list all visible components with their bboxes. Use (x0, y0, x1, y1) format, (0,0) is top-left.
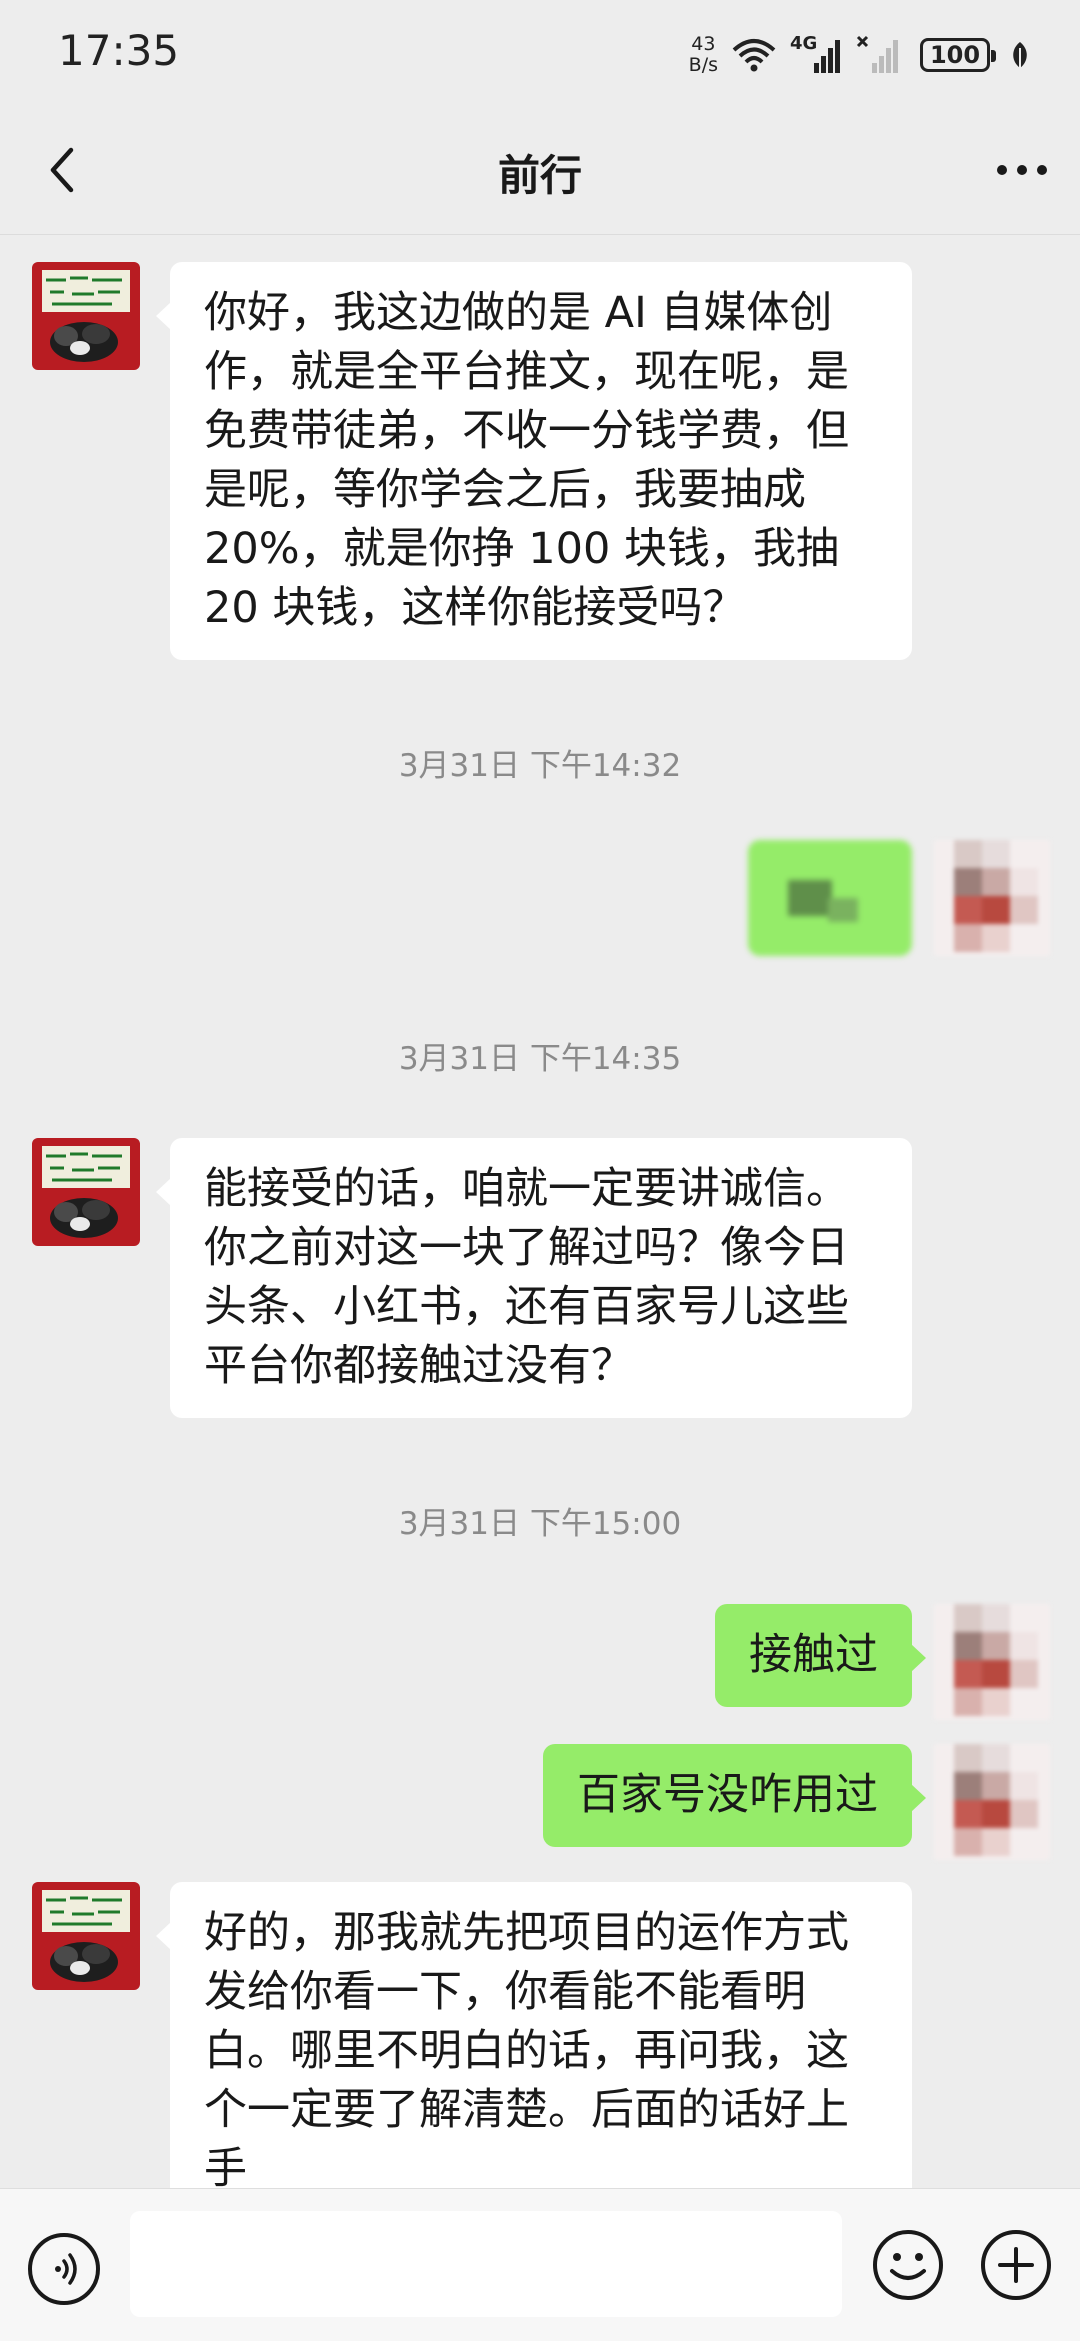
self-avatar[interactable] (934, 1744, 1050, 1860)
battery-icon: 100 (920, 38, 996, 72)
message-input[interactable] (130, 2211, 842, 2317)
message-bubble-incoming[interactable]: 好的，那我就先把项目的运作方式发给你看一下，你看能不能看明白。哪里不明白的话，再… (156, 1882, 912, 2221)
blurred-content (788, 880, 832, 916)
leaf-icon (1013, 42, 1027, 68)
plus-icon (981, 2230, 1051, 2300)
network-speed-value: 43 (691, 33, 716, 55)
signal-no-sim-icon (856, 35, 898, 73)
message-bubble-incoming[interactable]: 你好，我这边做的是 AI 自媒体创作，就是全平台推文，现在呢，是免费带徒弟，不收… (156, 262, 912, 660)
message-bubble-outgoing[interactable]: 接触过 (715, 1604, 926, 1707)
chat-title: 前行 (497, 151, 582, 200)
plus-button[interactable] (978, 2227, 1054, 2303)
message-timestamp: 3月31日 下午14:32 (398, 748, 682, 784)
self-avatar[interactable] (934, 840, 1050, 956)
message-bubble-incoming[interactable]: 能接受的话，咱就一定要讲诚信。你之前对这一块了解过吗？像今日头条、小红书，还有百… (156, 1138, 912, 1418)
chat-header: 前行 (0, 108, 1080, 234)
network-speed-unit: B/s (688, 54, 718, 76)
self-avatar[interactable] (934, 1604, 1050, 1720)
status-icons: 43 B/s 4G 100 (689, 30, 1030, 80)
voice-button[interactable] (28, 2233, 100, 2305)
more-button[interactable] (990, 138, 1054, 202)
status-time: 17:35 (58, 26, 180, 75)
status-bar: 17:35 43 B/s 4G 100 (0, 0, 1080, 108)
input-bar (0, 2188, 1080, 2341)
battery-level: 100 (929, 41, 981, 69)
blurred-content (828, 898, 858, 922)
contact-avatar[interactable] (32, 1138, 140, 1246)
message-timestamp: 3月31日 下午15:00 (398, 1506, 682, 1542)
network-speed: 43 B/s (689, 34, 718, 76)
header-divider (0, 234, 1080, 235)
emoji-button[interactable] (870, 2227, 946, 2303)
message-bubble-outgoing-image[interactable] (748, 840, 912, 956)
message-timestamp: 3月31日 下午14:35 (398, 1041, 682, 1077)
voice-icon (55, 2253, 77, 2285)
more-dots-icon (997, 165, 1047, 175)
contact-avatar[interactable] (32, 1882, 140, 1990)
contact-avatar[interactable] (32, 262, 140, 370)
message-bubble-outgoing[interactable]: 百家号没咋用过 (543, 1744, 926, 1847)
emoji-icon (873, 2230, 943, 2300)
signal-4g-icon: 4G (790, 33, 842, 75)
wifi-icon (732, 39, 776, 72)
